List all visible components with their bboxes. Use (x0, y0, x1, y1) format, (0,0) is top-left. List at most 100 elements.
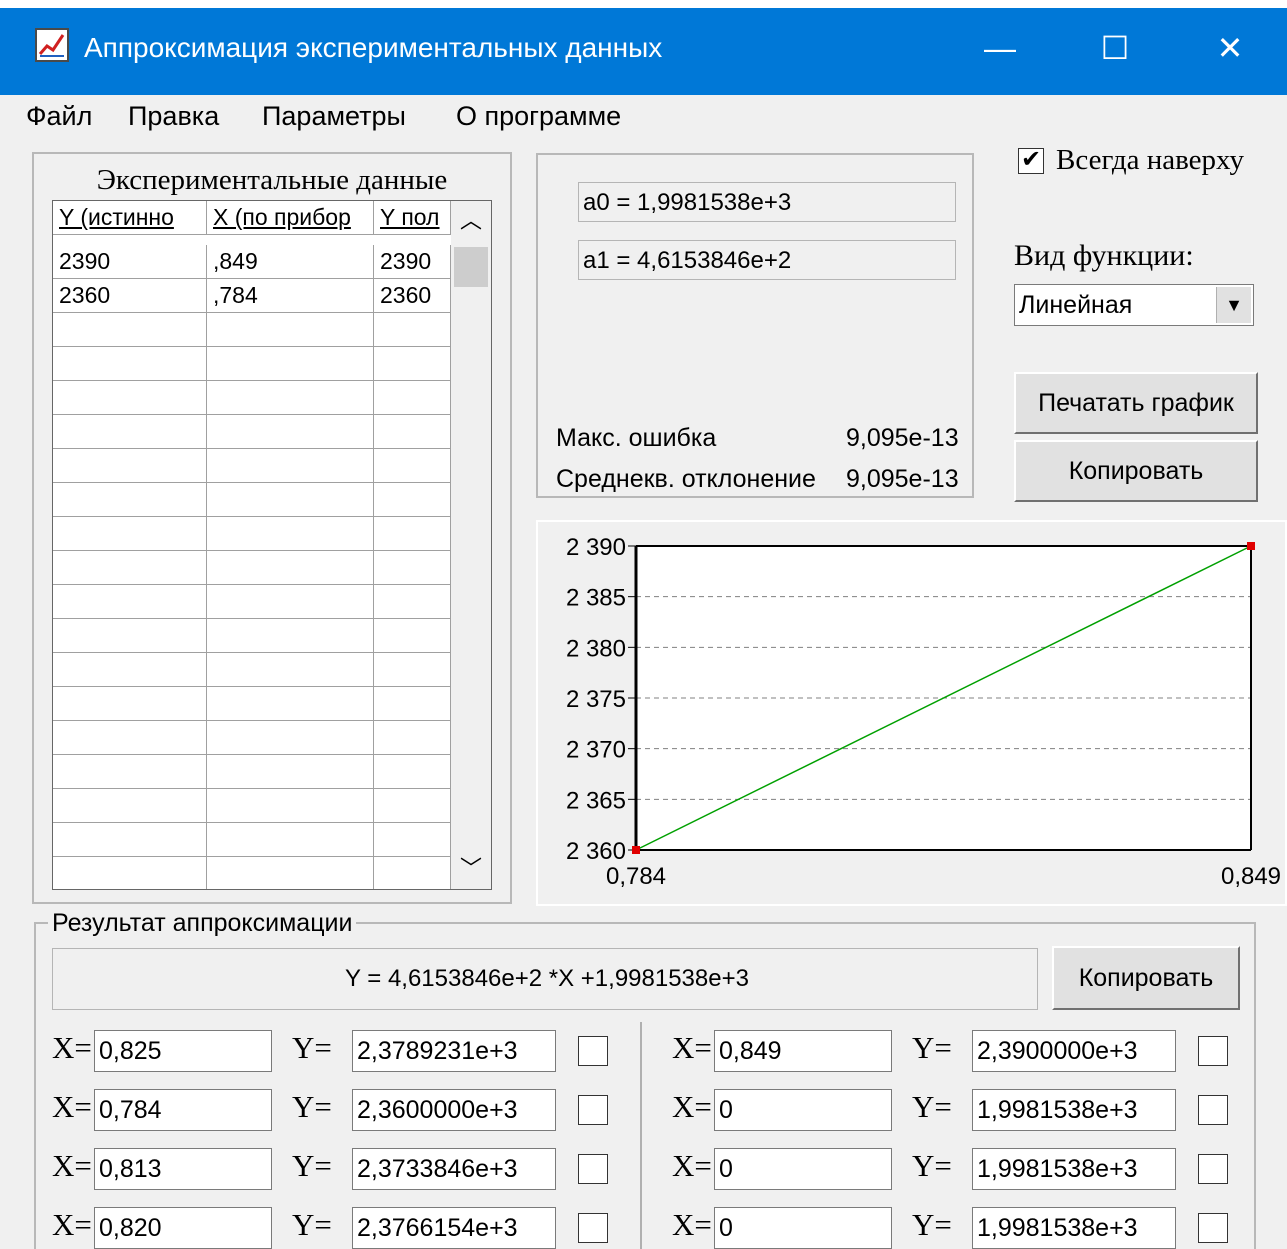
empty-cell[interactable] (207, 449, 374, 482)
table-row[interactable] (53, 517, 451, 551)
menu-about[interactable]: О программе (456, 98, 621, 134)
y-output[interactable]: 2,3789231e+3 (352, 1030, 556, 1072)
x-input[interactable]: 0,813 (94, 1148, 272, 1190)
table-row[interactable] (53, 857, 451, 889)
empty-cell[interactable] (374, 619, 451, 652)
empty-cell[interactable] (53, 449, 207, 482)
x-input[interactable]: 0 (714, 1148, 892, 1190)
table-row[interactable] (53, 415, 451, 449)
empty-cell[interactable] (53, 347, 207, 380)
empty-cell[interactable] (374, 551, 451, 584)
scroll-up-arrow-icon[interactable]: ︿ (451, 201, 491, 241)
x-input[interactable]: 0,849 (714, 1030, 892, 1072)
empty-cell[interactable] (53, 517, 207, 550)
empty-cell[interactable] (53, 585, 207, 618)
empty-cell[interactable] (53, 721, 207, 754)
table-row[interactable] (53, 687, 451, 721)
table-row[interactable] (53, 653, 451, 687)
table-row[interactable] (53, 449, 451, 483)
table-row[interactable] (53, 551, 451, 585)
x-input[interactable]: 0,820 (94, 1207, 272, 1249)
empty-cell[interactable] (53, 415, 207, 448)
empty-cell[interactable] (374, 449, 451, 482)
x-input[interactable]: 0,825 (94, 1030, 272, 1072)
empty-cell[interactable] (53, 857, 207, 889)
table-row[interactable] (53, 381, 451, 415)
y-output[interactable]: 2,3900000e+3 (972, 1030, 1176, 1072)
empty-cell[interactable] (207, 755, 374, 788)
y-output[interactable]: 1,9981538e+3 (972, 1207, 1176, 1249)
empty-cell[interactable] (53, 313, 207, 346)
empty-cell[interactable] (207, 585, 374, 618)
empty-cell[interactable] (374, 721, 451, 754)
empty-cell[interactable] (53, 551, 207, 584)
empty-cell[interactable] (374, 857, 451, 889)
menu-parameters[interactable]: Параметры (262, 98, 406, 134)
empty-cell[interactable] (53, 619, 207, 652)
empty-cell[interactable] (207, 551, 374, 584)
y-output[interactable]: 1,9981538e+3 (972, 1089, 1176, 1131)
copy-chart-button[interactable]: Копировать (1014, 440, 1258, 502)
cell-x-device[interactable]: ,849 (207, 245, 374, 278)
empty-cell[interactable] (207, 619, 374, 652)
empty-cell[interactable] (207, 381, 374, 414)
empty-cell[interactable] (207, 483, 374, 516)
y-output[interactable]: 1,9981538e+3 (972, 1148, 1176, 1190)
cell-x-device[interactable]: ,784 (207, 279, 374, 312)
empty-cell[interactable] (207, 687, 374, 720)
cell-y-true[interactable]: 2390 (53, 245, 207, 278)
empty-cell[interactable] (207, 347, 374, 380)
empty-cell[interactable] (374, 483, 451, 516)
table-row[interactable] (53, 619, 451, 653)
cell-y-true[interactable]: 2360 (53, 279, 207, 312)
empty-cell[interactable] (374, 823, 451, 856)
data-grid[interactable]: Y (истинно X (по прибор Y пол 2390 ,849 … (52, 200, 492, 890)
function-type-select[interactable]: Линейная ▼ (1014, 284, 1254, 326)
empty-cell[interactable] (53, 653, 207, 686)
empty-cell[interactable] (207, 789, 374, 822)
x-input[interactable]: 0,784 (94, 1089, 272, 1131)
maximize-button[interactable]: ☐ (1075, 18, 1155, 78)
column-header-y-true[interactable]: Y (истинно (53, 201, 207, 234)
point-checkbox[interactable] (578, 1036, 608, 1066)
point-checkbox[interactable] (578, 1213, 608, 1243)
empty-cell[interactable] (207, 313, 374, 346)
empty-cell[interactable] (374, 755, 451, 788)
scroll-thumb[interactable] (454, 247, 488, 287)
table-row[interactable] (53, 721, 451, 755)
empty-cell[interactable] (207, 653, 374, 686)
print-chart-button[interactable]: Печатать график (1014, 372, 1258, 434)
grid-scrollbar[interactable]: ︿ ﹀ (451, 201, 491, 889)
close-button[interactable]: ✕ (1190, 18, 1270, 78)
empty-cell[interactable] (374, 585, 451, 618)
scroll-down-arrow-icon[interactable]: ﹀ (451, 849, 491, 889)
minimize-button[interactable]: — (960, 18, 1040, 78)
point-checkbox[interactable] (1198, 1154, 1228, 1184)
empty-cell[interactable] (374, 381, 451, 414)
empty-cell[interactable] (374, 415, 451, 448)
empty-cell[interactable] (374, 653, 451, 686)
empty-cell[interactable] (53, 755, 207, 788)
point-checkbox[interactable] (1198, 1036, 1228, 1066)
table-row[interactable] (53, 483, 451, 517)
column-header-x-device[interactable]: X (по прибор (207, 201, 374, 234)
empty-cell[interactable] (207, 857, 374, 889)
empty-cell[interactable] (53, 483, 207, 516)
table-row[interactable] (53, 755, 451, 789)
empty-cell[interactable] (53, 823, 207, 856)
column-header-y-calc[interactable]: Y пол (374, 201, 451, 234)
point-checkbox[interactable] (1198, 1095, 1228, 1125)
y-output[interactable]: 2,3600000e+3 (352, 1089, 556, 1131)
cell-y-calc[interactable]: 2390 (374, 245, 451, 278)
empty-cell[interactable] (207, 415, 374, 448)
table-row[interactable] (53, 823, 451, 857)
y-output[interactable]: 2,3733846e+3 (352, 1148, 556, 1190)
always-on-top-checkbox[interactable]: ✔ (1018, 146, 1044, 174)
table-row[interactable] (53, 313, 451, 347)
empty-cell[interactable] (374, 517, 451, 550)
table-row[interactable] (53, 789, 451, 823)
empty-cell[interactable] (207, 721, 374, 754)
y-output[interactable]: 2,3766154e+3 (352, 1207, 556, 1249)
table-row[interactable] (53, 347, 451, 381)
table-row[interactable]: 2390 ,849 2390 (53, 245, 451, 279)
